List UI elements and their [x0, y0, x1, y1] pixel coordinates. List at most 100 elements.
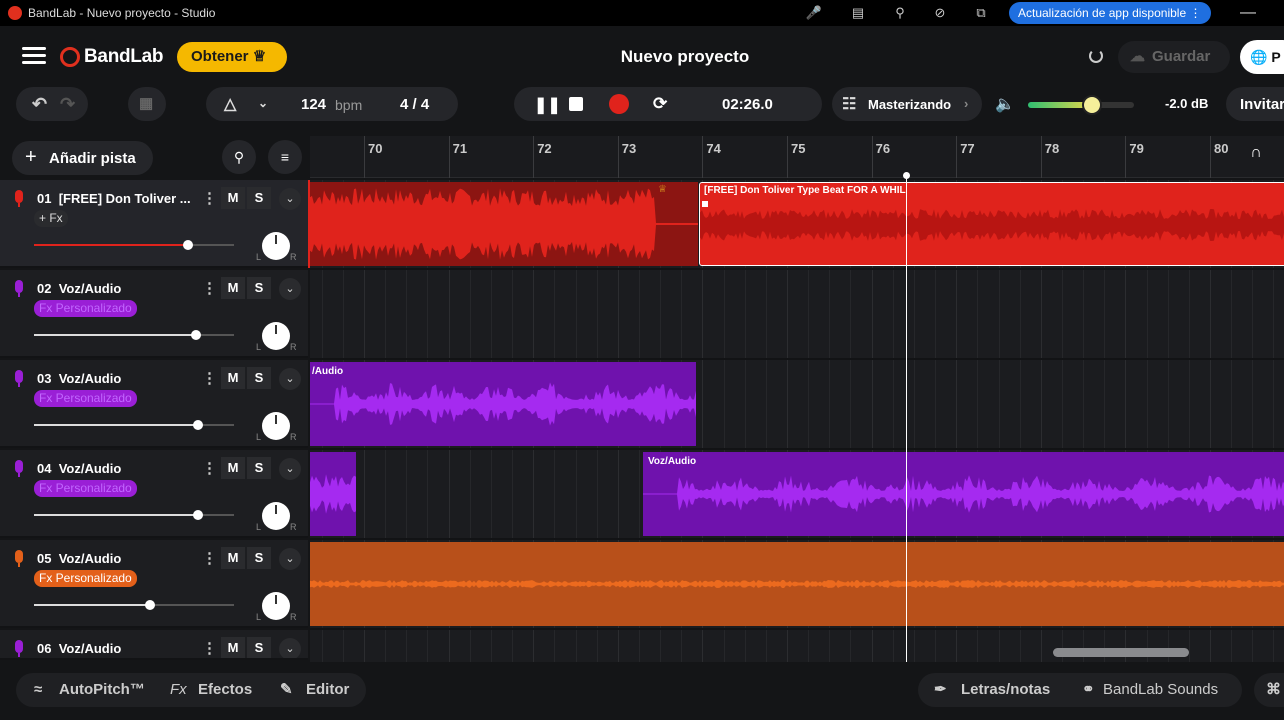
track-4-clip-a[interactable]	[310, 452, 356, 536]
mute-button[interactable]: M	[221, 457, 245, 479]
share-button[interactable]: 🌐 P	[1240, 40, 1284, 74]
track-options-icon[interactable]: ⋮	[202, 639, 217, 657]
effects-button[interactable]: Efectos	[198, 673, 252, 707]
track-title[interactable]: 05 Voz/Audio	[37, 551, 121, 566]
record-icon[interactable]	[609, 94, 629, 114]
hide-icon[interactable]: ⊘	[931, 4, 949, 22]
track-3-clip[interactable]: /Audio	[310, 362, 696, 446]
track-title[interactable]: 04 Voz/Audio	[37, 461, 121, 476]
expand-chevron-icon[interactable]: ⌄	[279, 638, 301, 658]
volume-slider-knob[interactable]	[145, 600, 155, 610]
track-header-06[interactable]: 06 Voz/Audio⋮MS⌄LR	[0, 630, 308, 660]
volume-slider-knob[interactable]	[183, 240, 193, 250]
track-4-clip-b[interactable]: Voz/Audio	[643, 452, 1284, 536]
pan-knob[interactable]	[262, 232, 290, 260]
track-5-clip[interactable]	[310, 542, 1284, 626]
mute-button[interactable]: M	[221, 277, 245, 299]
expand-chevron-icon[interactable]: ⌄	[279, 188, 301, 210]
metronome-dropdown-icon[interactable]: ⌄	[258, 96, 268, 110]
expand-chevron-icon[interactable]: ⌄	[279, 368, 301, 390]
track-header-05[interactable]: 05 Voz/Audio ⋮ M S ⌄ Fx Personalizado L R	[0, 540, 308, 628]
mastering-button[interactable]: ☷ Masterizando ›	[832, 87, 982, 121]
autopitch-button[interactable]: AutoPitch™	[59, 673, 145, 707]
pan-knob[interactable]	[262, 502, 290, 530]
extensions-icon[interactable]: ⧉	[972, 4, 990, 22]
track-header-03[interactable]: 03 Voz/Audio ⋮ M S ⌄ Fx Personalizado L R	[0, 360, 308, 448]
volume-slider-knob[interactable]	[193, 510, 203, 520]
project-title[interactable]: Nuevo proyecto	[560, 47, 810, 67]
pan-knob[interactable]	[262, 592, 290, 620]
invite-button[interactable]: Invitar	[1226, 87, 1284, 121]
track-title[interactable]: 03 Voz/Audio	[37, 371, 121, 386]
metronome-icon[interactable]: △	[224, 94, 236, 114]
add-track-button[interactable]: + Añadir pista	[12, 141, 153, 175]
track-title[interactable]: 06 Voz/Audio	[37, 641, 121, 656]
redo-icon[interactable]: ↷	[60, 94, 75, 115]
solo-button[interactable]: S	[247, 637, 271, 658]
keyboard-icon[interactable]: ▤	[849, 4, 867, 22]
hamburger-menu-icon[interactable]	[22, 47, 46, 67]
pan-knob[interactable]	[262, 322, 290, 350]
snap-magnet-icon[interactable]: ∩	[1243, 144, 1269, 170]
track-header-02[interactable]: 02 Voz/Audio ⋮ M S ⌄ Fx Personalizado L R	[0, 270, 308, 358]
shortcuts-button[interactable]: ⌘	[1254, 673, 1284, 707]
zoom-icon[interactable]: ⚲	[891, 4, 909, 22]
fx-tag[interactable]: Fx Personalizado	[34, 300, 137, 317]
volume-slider-knob[interactable]	[193, 420, 203, 430]
playhead[interactable]	[906, 176, 907, 662]
piano-roll-button[interactable]: ▦	[128, 87, 166, 121]
fx-tag[interactable]: Fx Personalizado	[34, 480, 137, 497]
master-volume-knob[interactable]	[1081, 95, 1102, 115]
solo-button[interactable]: S	[247, 457, 271, 479]
track-1-clip-b[interactable]: [FREE] Don Toliver Type Beat FOR A WHIL	[699, 182, 1284, 266]
master-volume-slider[interactable]	[1028, 95, 1134, 115]
collapse-tracks-button[interactable]: ≡	[268, 140, 302, 174]
playhead-handle[interactable]	[903, 172, 910, 179]
solo-button[interactable]: S	[247, 367, 271, 389]
volume-slider-knob[interactable]	[191, 330, 201, 340]
bandlab-sounds-button[interactable]: BandLab Sounds	[1103, 673, 1218, 707]
bpm-value[interactable]: 124	[301, 96, 326, 113]
track-options-icon[interactable]: ⋮	[202, 189, 217, 207]
solo-button[interactable]: S	[247, 277, 271, 299]
pan-knob[interactable]	[262, 412, 290, 440]
minimize-button[interactable]: —	[1240, 4, 1256, 22]
tracks-area[interactable]: ♕ [FREE] Don Toliver Type Beat FOR A WHI…	[310, 180, 1284, 662]
lyrics-button[interactable]: Letras/notas	[961, 673, 1050, 707]
save-button[interactable]: ☁ Guardar	[1118, 41, 1230, 73]
track-title[interactable]: 02 Voz/Audio	[37, 281, 121, 296]
tuner-button[interactable]: ⚲	[222, 140, 256, 174]
mute-button[interactable]: M	[221, 547, 245, 569]
speaker-icon[interactable]: 🔈	[995, 94, 1015, 114]
expand-chevron-icon[interactable]: ⌄	[279, 548, 301, 570]
track-options-icon[interactable]: ⋮	[202, 279, 217, 297]
expand-chevron-icon[interactable]: ⌄	[279, 278, 301, 300]
stop-icon[interactable]	[569, 97, 583, 111]
track-header-01[interactable]: 01 [FREE] Don Toliver ... ⋮ M S ⌄ + Fx L R	[0, 180, 308, 268]
horizontal-scrollbar[interactable]	[1053, 648, 1189, 657]
editor-button[interactable]: Editor	[306, 673, 349, 707]
obtener-button[interactable]: Obtener ♕	[177, 42, 287, 72]
solo-button[interactable]: S	[247, 547, 271, 569]
fx-tag[interactable]: + Fx	[34, 210, 68, 227]
time-signature[interactable]: 4 / 4	[400, 96, 429, 113]
track-title[interactable]: 01 [FREE] Don Toliver ...	[37, 191, 191, 206]
app-update-button[interactable]: Actualización de app disponible ⋮	[1009, 2, 1211, 24]
pause-icon[interactable]: ❚❚	[534, 95, 561, 115]
loop-icon[interactable]: ⟳	[653, 94, 667, 114]
fx-tag[interactable]: Fx Personalizado	[34, 390, 137, 407]
track-header-04[interactable]: 04 Voz/Audio ⋮ M S ⌄ Fx Personalizado L R	[0, 450, 308, 538]
fx-tag[interactable]: Fx Personalizado	[34, 570, 137, 587]
track-options-icon[interactable]: ⋮	[202, 549, 217, 567]
track-1-clip-a[interactable]	[310, 182, 698, 266]
undo-icon[interactable]: ↶	[32, 94, 47, 115]
mute-button[interactable]: M	[221, 637, 245, 658]
expand-chevron-icon[interactable]: ⌄	[279, 458, 301, 480]
timeline-ruler[interactable]: 70 71 72 73 74 75 76 77 78 79 80	[310, 136, 1284, 178]
track-options-icon[interactable]: ⋮	[202, 369, 217, 387]
track-options-icon[interactable]: ⋮	[202, 459, 217, 477]
mute-button[interactable]: M	[221, 187, 245, 209]
mute-button[interactable]: M	[221, 367, 245, 389]
solo-button[interactable]: S	[247, 187, 271, 209]
microphone-icon[interactable]: 🎤	[805, 4, 823, 22]
